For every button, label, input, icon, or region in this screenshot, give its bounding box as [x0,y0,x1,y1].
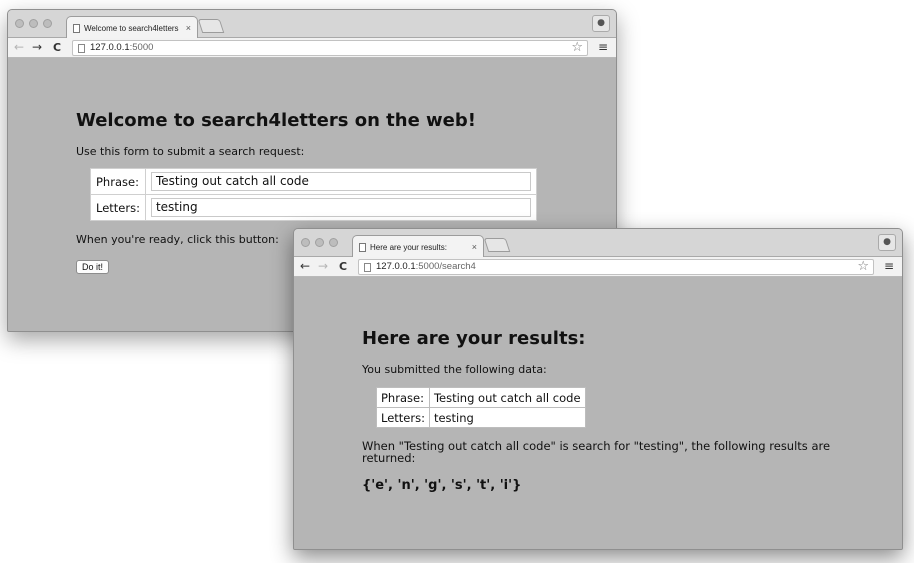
result-sentence: When "Testing out catch all code" is sea… [362,439,831,465]
tab-welcome[interactable]: Welcome to search4letters × [66,16,198,39]
phrase-label: Phrase: [376,387,430,408]
back-icon[interactable]: ← [14,40,24,54]
toolbar: ← → C 127.0.0.1:5000 ☆ ≡ [8,38,616,58]
forward-icon[interactable]: → [318,259,328,273]
url-path: :5000/search4 [415,261,476,272]
close-window-button[interactable] [301,238,310,247]
page-icon [359,242,366,252]
page-icon [78,44,85,53]
close-tab-icon[interactable]: × [472,242,477,252]
tab-results[interactable]: Here are your results: × [352,235,484,258]
forward-icon[interactable]: → [32,40,42,54]
close-window-button[interactable] [15,19,24,28]
letters-input[interactable]: testing [150,198,531,217]
letters-label: Letters: [90,194,146,221]
phrase-value: Testing out catch all code [428,387,586,408]
tab-strip: Here are your results: × ● [294,229,902,258]
submitted-data-table: Phrase: Testing out catch all code Lette… [376,387,586,428]
page-title: Welcome to search4letters on the web! [76,110,476,131]
bookmark-star-icon[interactable]: ☆ [571,40,583,55]
letters-value: testing [428,407,586,428]
result-letters: {'e', 'n', 'g', 's', 't', 'i'} [362,478,522,493]
tab-strip: Welcome to search4letters × ● [8,10,616,39]
menu-icon[interactable]: ≡ [884,260,894,272]
address-bar[interactable]: 127.0.0.1:5000 [72,40,588,56]
do-it-button[interactable]: Do it! [76,260,110,274]
window-controls [301,238,338,247]
back-icon[interactable]: ← [300,259,310,273]
close-tab-icon[interactable]: × [186,23,191,33]
table-row: Letters: testing [376,407,586,428]
bookmark-star-icon[interactable]: ☆ [857,259,869,274]
tab-title: Here are your results: [370,242,447,252]
form-intro: Use this form to submit a search request… [76,145,305,158]
phrase-row: Phrase: Testing out catch all code [90,168,537,195]
tab-title: Welcome to search4letters [84,23,179,33]
phrase-input[interactable]: Testing out catch all code [150,172,531,191]
user-profile-icon[interactable]: ● [878,234,896,251]
page-icon [73,23,80,33]
menu-icon[interactable]: ≡ [598,41,608,53]
toolbar: ← → C 127.0.0.1:5000/search4 ☆ ≡ [294,257,902,277]
page-title: Here are your results: [362,328,586,349]
user-profile-icon[interactable]: ● [592,15,610,32]
address-bar[interactable]: 127.0.0.1:5000/search4 [358,259,874,275]
table-row: Phrase: Testing out catch all code [376,387,586,408]
url-path: :5000 [129,42,154,53]
minimize-window-button[interactable] [315,238,324,247]
letters-label: Letters: [376,407,430,428]
browser-window-results: Here are your results: × ● ← → C 127.0.0… [293,228,903,550]
reload-icon[interactable]: C [339,260,347,273]
page-content: Here are your results: You submitted the… [294,277,902,549]
ready-text: When you're ready, click this button: [76,233,279,246]
minimize-window-button[interactable] [29,19,38,28]
new-tab-button[interactable] [483,238,511,252]
results-intro: You submitted the following data: [362,363,547,376]
letters-row: Letters: testing [90,194,537,221]
page-icon [364,263,371,272]
zoom-window-button[interactable] [43,19,52,28]
url-host: 127.0.0.1 [90,42,130,53]
window-controls [15,19,52,28]
phrase-label: Phrase: [90,168,146,195]
zoom-window-button[interactable] [329,238,338,247]
search-form: Phrase: Testing out catch all code Lette… [90,168,537,221]
url-host: 127.0.0.1 [376,261,416,272]
reload-icon[interactable]: C [53,41,61,54]
new-tab-button[interactable] [197,19,225,33]
